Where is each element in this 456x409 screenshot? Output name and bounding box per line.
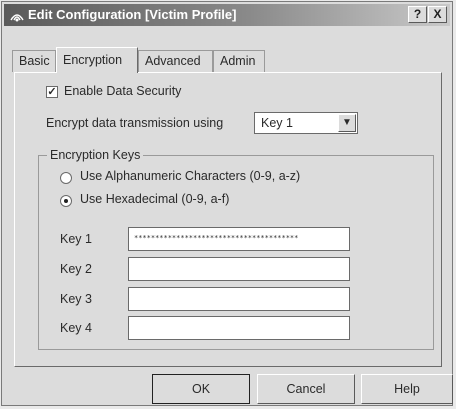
title-help-button[interactable]: ? [408,6,427,23]
enable-data-security-label: Enable Data Security [64,84,182,98]
tab-admin[interactable]: Admin [213,50,265,72]
encryption-keys-legend: Encryption Keys [47,148,144,162]
key-4-label: Key 4 [60,321,92,335]
encrypt-using-label: Encrypt data transmission using [46,116,224,130]
wireless-signal-icon [10,14,24,22]
encrypt-key-select[interactable]: Key 1 ▼ [254,112,358,134]
key-1-label: Key 1 [60,232,92,246]
chevron-down-icon[interactable]: ▼ [338,114,356,132]
help-button[interactable]: Help [361,374,453,404]
key-1-input[interactable]: *************************************** [128,227,350,251]
title-bar[interactable]: Edit Configuration [Victim Profile] ? X [4,4,450,26]
alphanumeric-radio[interactable] [60,172,72,184]
title-close-button[interactable]: X [428,6,447,23]
key-4-input[interactable] [128,316,350,340]
check-icon: ✓ [47,86,57,98]
tab-encryption[interactable]: Encryption [56,47,138,73]
alphanumeric-radio-label: Use Alphanumeric Characters (0-9, a-z) [80,169,301,183]
window-title: Edit Configuration [Victim Profile] [28,7,237,22]
key-3-input[interactable] [128,287,350,311]
key-3-label: Key 3 [60,292,92,306]
key-2-label: Key 2 [60,262,92,276]
enable-data-security-checkbox[interactable]: ✓ [46,86,58,98]
hexadecimal-radio[interactable] [60,195,72,207]
key-2-input[interactable] [128,257,350,281]
ok-button[interactable]: OK [152,374,250,404]
radio-selected-dot [64,199,68,203]
hexadecimal-radio-label: Use Hexadecimal (0-9, a-f) [80,192,230,206]
tab-advanced[interactable]: Advanced [138,50,213,72]
tab-basic[interactable]: Basic [12,50,56,72]
cancel-button[interactable]: Cancel [257,374,355,404]
encrypt-key-value: Key 1 [261,116,293,130]
edit-configuration-dialog: Edit Configuration [Victim Profile] ? X … [1,1,453,406]
